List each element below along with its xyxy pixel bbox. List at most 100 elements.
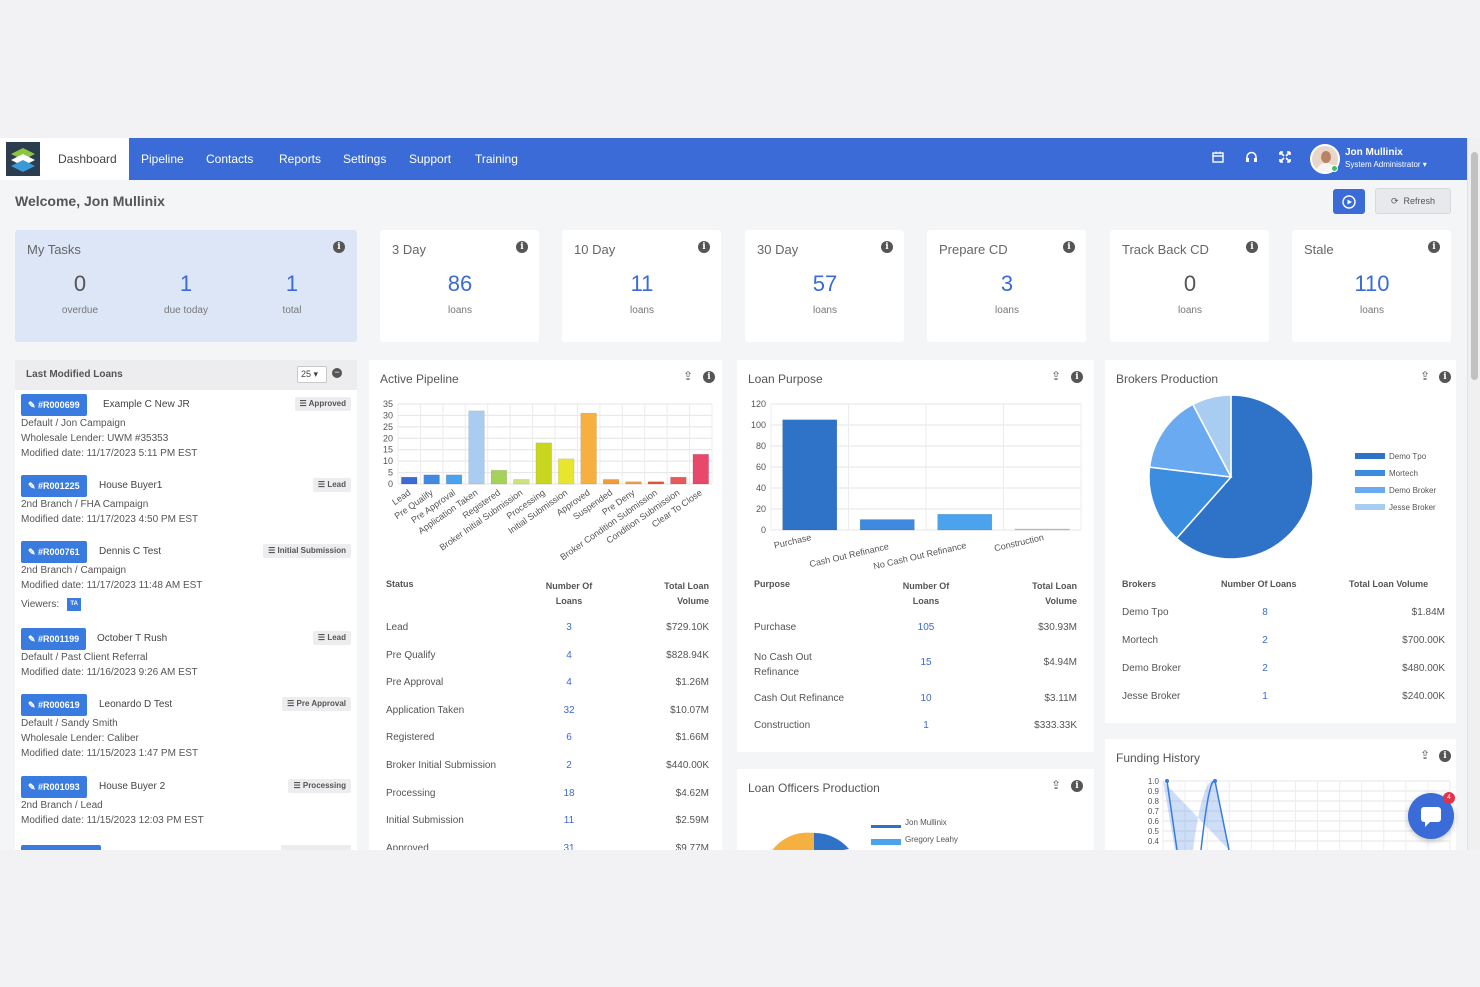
list-item[interactable]: ✎ #R000699 Example C New JR ☰ Approved D… — [21, 394, 351, 459]
due-today-count[interactable]: 1 — [146, 271, 226, 297]
table-cell-link[interactable]: 31 — [549, 843, 589, 850]
loan-id-button[interactable] — [21, 845, 101, 850]
table-cell-link[interactable]: 10 — [906, 693, 946, 704]
list-item[interactable]: ✎ #R001093 House Buyer 2 ☰ Processing 2n… — [21, 776, 351, 828]
loan-id-button[interactable]: ✎ #R000761 — [21, 541, 87, 563]
stat-card-track-back-cd[interactable]: Track Back CD i 0 loans — [1110, 230, 1269, 342]
stat-card-value[interactable]: 57 — [785, 271, 865, 297]
nav-dashboard[interactable]: Dashboard — [46, 138, 129, 180]
info-icon[interactable]: i — [703, 371, 715, 383]
info-icon[interactable]: i — [1428, 241, 1440, 253]
info-icon[interactable]: i — [1071, 371, 1083, 383]
list-item[interactable]: ✎ #R000761 Dennis C Test ☰ Initial Submi… — [21, 541, 351, 613]
loan-branch: Default / Sandy Smith — [21, 718, 118, 729]
loan-id-button[interactable]: ✎ #R001225 — [21, 475, 87, 497]
table-cell-link[interactable]: 2 — [1245, 663, 1285, 674]
info-icon[interactable]: i — [881, 241, 893, 253]
legend-label: Jesse Broker — [1389, 503, 1436, 512]
stat-card-30-day[interactable]: 30 Day i 57 loans — [745, 230, 904, 342]
table-cell-link[interactable]: 3 — [549, 622, 589, 633]
loan-purpose-chart[interactable]: 020406080100120PurchaseCash Out Refinanc… — [737, 392, 1094, 572]
loan-id-button[interactable]: ✎ #R001199 — [21, 628, 87, 650]
info-icon[interactable]: i — [516, 241, 528, 253]
brokers-production-panel: Brokers Production ⇪ i Demo Tpo Mortech De… — [1105, 360, 1456, 723]
table-cell-link[interactable]: 1 — [906, 720, 946, 731]
info-icon[interactable]: i — [1063, 241, 1075, 253]
play-tour-button[interactable] — [1333, 189, 1365, 214]
loan-id-button[interactable]: ✎ #R001093 — [21, 776, 87, 798]
page-size-select[interactable]: 25 ▾ — [297, 366, 327, 383]
table-cell-link[interactable]: 4 — [549, 650, 589, 661]
loan-id-button[interactable]: ✎ #R000619 — [21, 694, 87, 716]
table-cell-link[interactable]: 8 — [1245, 607, 1285, 618]
loan-borrower: Dennis C Test — [99, 546, 162, 557]
stat-card-value[interactable]: 11 — [602, 271, 682, 297]
nav-training[interactable]: Training — [475, 138, 518, 180]
stat-card-value[interactable]: 3 — [967, 271, 1047, 297]
funding-history-chart[interactable]: 0.40.50.60.70.80.91.0 — [1105, 777, 1456, 850]
my-tasks-card[interactable]: My Tasks i 0 overdue 1 due today 1 total — [15, 230, 357, 342]
info-icon[interactable]: i — [1439, 371, 1451, 383]
refresh-button[interactable]: ⟳ Refresh — [1375, 188, 1451, 214]
table-cell: $2.59M — [675, 815, 709, 827]
active-pipeline-chart[interactable]: 05101520253035LeadPre QualifyPre Approva… — [369, 392, 722, 572]
list-item[interactable] — [21, 845, 351, 850]
scrollbar-thumb[interactable] — [1471, 152, 1478, 380]
stat-card-stale[interactable]: Stale i 110 loans — [1292, 230, 1451, 342]
table-cell-link[interactable]: 15 — [906, 657, 946, 668]
table-cell-link[interactable]: 2 — [549, 760, 589, 771]
due-today-label: due today — [164, 305, 208, 316]
table-cell: Demo Tpo — [1122, 607, 1169, 618]
total-count[interactable]: 1 — [252, 271, 332, 297]
y-tick-label: 0.4 — [1148, 837, 1160, 846]
table-cell-link[interactable]: 4 — [549, 677, 589, 688]
export-icon[interactable]: ⇪ — [681, 369, 695, 383]
info-icon[interactable]: i — [333, 241, 345, 253]
table-cell-link[interactable]: 1 — [1245, 691, 1285, 702]
stat-card-10-day[interactable]: 10 Day i 11 loans — [562, 230, 721, 342]
data-point — [1165, 779, 1169, 783]
info-icon[interactable]: i — [1246, 241, 1258, 253]
viewer-badge[interactable]: TA — [67, 598, 82, 611]
list-item[interactable]: ✎ #R001225 House Buyer1 ☰ Lead 2nd Branc… — [21, 475, 351, 527]
table-cell-link[interactable]: 11 — [549, 815, 589, 826]
bar — [401, 476, 418, 485]
table-cell-link[interactable]: 32 — [549, 705, 589, 716]
page-scrollbar[interactable] — [1467, 138, 1480, 850]
stat-card-value[interactable]: 110 — [1332, 271, 1412, 297]
stat-card-prepare-cd[interactable]: Prepare CD i 3 loans — [927, 230, 1086, 342]
export-icon[interactable]: ⇪ — [1418, 369, 1432, 383]
headset-icon[interactable] — [1243, 151, 1259, 167]
list-item[interactable]: ✎ #R001199 October T Rush ☰ Lead Default… — [21, 628, 351, 680]
list-item[interactable]: ✎ #R000619 Leonardo D Test ☰ Pre Approva… — [21, 694, 351, 759]
app-logo[interactable] — [0, 138, 46, 180]
fullscreen-icon[interactable] — [1277, 151, 1293, 167]
stat-card-value[interactable]: 86 — [420, 271, 500, 297]
stat-card-3-day[interactable]: 3 Day i 86 loans — [380, 230, 539, 342]
export-icon[interactable]: ⇪ — [1049, 369, 1063, 383]
loan-id-button[interactable]: ✎ #R000699 — [21, 394, 87, 416]
calendar-icon[interactable] — [1210, 151, 1226, 167]
loan-modified-date: Modified date: 11/15/2023 1:47 PM EST — [21, 748, 199, 759]
collapse-icon[interactable]: − — [332, 368, 342, 378]
table-cell-link[interactable]: 18 — [549, 788, 589, 799]
table-header: Status — [386, 579, 414, 589]
table-cell-link[interactable]: 105 — [906, 622, 946, 633]
nav-reports[interactable]: Reports — [279, 138, 321, 180]
play-icon — [1342, 194, 1356, 209]
panel-title: Loan Officers Production — [748, 781, 880, 795]
info-icon[interactable]: i — [1071, 780, 1083, 792]
table-cell-link[interactable]: 6 — [549, 732, 589, 743]
nav-support[interactable]: Support — [409, 138, 451, 180]
y-tick-label: 5 — [388, 468, 393, 478]
export-icon[interactable]: ⇪ — [1049, 778, 1063, 792]
loan-borrower: Example C New JR — [103, 399, 190, 410]
info-icon[interactable]: i — [1439, 750, 1451, 762]
brokers-pie-chart[interactable]: Demo Tpo Mortech Demo Broker Jesse Broker — [1105, 392, 1456, 572]
nav-settings[interactable]: Settings — [343, 138, 386, 180]
nav-pipeline[interactable]: Pipeline — [141, 138, 184, 180]
nav-contacts[interactable]: Contacts — [206, 138, 253, 180]
info-icon[interactable]: i — [698, 241, 710, 253]
export-icon[interactable]: ⇪ — [1418, 748, 1432, 762]
table-cell-link[interactable]: 2 — [1245, 635, 1285, 646]
